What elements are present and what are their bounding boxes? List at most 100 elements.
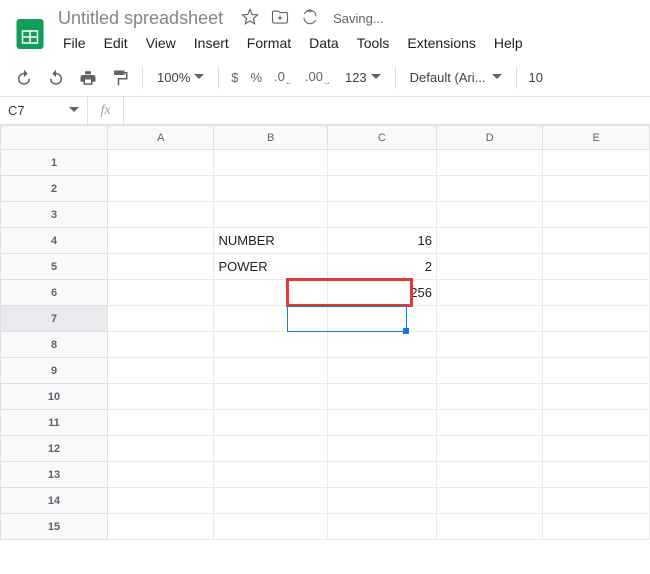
- select-all-corner[interactable]: [1, 126, 108, 150]
- col-header-B[interactable]: B: [214, 126, 327, 150]
- cell-D10[interactable]: [436, 384, 542, 410]
- cell-B2[interactable]: [214, 176, 327, 202]
- cell-C3[interactable]: [327, 202, 436, 228]
- cell-B9[interactable]: [214, 358, 327, 384]
- formula-input[interactable]: [124, 97, 650, 124]
- row-header-9[interactable]: 9: [1, 358, 108, 384]
- cell-B6[interactable]: [214, 280, 327, 306]
- increase-decimal-button[interactable]: .00→: [301, 69, 335, 87]
- selection-handle[interactable]: [403, 328, 409, 334]
- cell-B15[interactable]: [214, 514, 327, 540]
- cell-C11[interactable]: [327, 410, 436, 436]
- cell-D1[interactable]: [436, 150, 542, 176]
- move-icon[interactable]: [271, 8, 289, 29]
- cell-C7[interactable]: [327, 306, 436, 332]
- cell-E5[interactable]: [543, 254, 650, 280]
- cell-C4[interactable]: 16: [327, 228, 436, 254]
- cell-B7[interactable]: [214, 306, 327, 332]
- cell-D13[interactable]: [436, 462, 542, 488]
- cell-E14[interactable]: [543, 488, 650, 514]
- cell-E9[interactable]: [543, 358, 650, 384]
- cell-A1[interactable]: [108, 150, 214, 176]
- cell-A6[interactable]: [108, 280, 214, 306]
- row-header-15[interactable]: 15: [1, 514, 108, 540]
- cell-C1[interactable]: [327, 150, 436, 176]
- col-header-D[interactable]: D: [436, 126, 542, 150]
- name-box[interactable]: C7: [0, 97, 88, 124]
- cell-E13[interactable]: [543, 462, 650, 488]
- menu-file[interactable]: File: [56, 33, 93, 53]
- cell-E1[interactable]: [543, 150, 650, 176]
- more-formats-button[interactable]: 123: [339, 64, 387, 92]
- cell-B5[interactable]: POWER: [214, 254, 327, 280]
- row-header-1[interactable]: 1: [1, 150, 108, 176]
- cell-B13[interactable]: [214, 462, 327, 488]
- cell-A7[interactable]: [108, 306, 214, 332]
- cell-D9[interactable]: [436, 358, 542, 384]
- cell-D4[interactable]: [436, 228, 542, 254]
- cell-E2[interactable]: [543, 176, 650, 202]
- cell-D8[interactable]: [436, 332, 542, 358]
- cell-A11[interactable]: [108, 410, 214, 436]
- redo-button[interactable]: [42, 64, 70, 92]
- cell-E15[interactable]: [543, 514, 650, 540]
- cell-A5[interactable]: [108, 254, 214, 280]
- cell-C13[interactable]: [327, 462, 436, 488]
- cell-E6[interactable]: [543, 280, 650, 306]
- cell-D15[interactable]: [436, 514, 542, 540]
- cell-B11[interactable]: [214, 410, 327, 436]
- cell-C6[interactable]: 256: [327, 280, 436, 306]
- row-header-8[interactable]: 8: [1, 332, 108, 358]
- row-header-14[interactable]: 14: [1, 488, 108, 514]
- star-icon[interactable]: [241, 8, 259, 29]
- row-header-13[interactable]: 13: [1, 462, 108, 488]
- cell-B3[interactable]: [214, 202, 327, 228]
- cell-B10[interactable]: [214, 384, 327, 410]
- cell-C15[interactable]: [327, 514, 436, 540]
- cell-C2[interactable]: [327, 176, 436, 202]
- cell-D3[interactable]: [436, 202, 542, 228]
- cell-D5[interactable]: [436, 254, 542, 280]
- col-header-A[interactable]: A: [108, 126, 214, 150]
- cell-A8[interactable]: [108, 332, 214, 358]
- menu-view[interactable]: View: [139, 33, 183, 53]
- cell-C14[interactable]: [327, 488, 436, 514]
- cell-A13[interactable]: [108, 462, 214, 488]
- percent-button[interactable]: %: [246, 70, 266, 85]
- cell-D6[interactable]: [436, 280, 542, 306]
- menu-help[interactable]: Help: [487, 33, 530, 53]
- cell-B4[interactable]: NUMBER: [214, 228, 327, 254]
- cell-C10[interactable]: [327, 384, 436, 410]
- cell-B8[interactable]: [214, 332, 327, 358]
- cell-C5[interactable]: 2: [327, 254, 436, 280]
- currency-button[interactable]: $: [227, 70, 242, 85]
- font-size-input[interactable]: 10: [525, 70, 547, 85]
- row-header-5[interactable]: 5: [1, 254, 108, 280]
- spreadsheet-grid[interactable]: ABCDE1234NUMBER165POWER26256789101112131…: [0, 125, 650, 540]
- cloud-sync-icon[interactable]: [301, 8, 319, 29]
- cell-E7[interactable]: [543, 306, 650, 332]
- row-header-3[interactable]: 3: [1, 202, 108, 228]
- cell-A15[interactable]: [108, 514, 214, 540]
- menu-extensions[interactable]: Extensions: [400, 33, 482, 53]
- cell-A12[interactable]: [108, 436, 214, 462]
- cell-D7[interactable]: [436, 306, 542, 332]
- row-header-2[interactable]: 2: [1, 176, 108, 202]
- cell-A9[interactable]: [108, 358, 214, 384]
- cell-E10[interactable]: [543, 384, 650, 410]
- menu-format[interactable]: Format: [240, 33, 298, 53]
- cell-C8[interactable]: [327, 332, 436, 358]
- font-select[interactable]: Default (Ari...: [404, 70, 508, 85]
- decrease-decimal-button[interactable]: .0←: [270, 69, 297, 87]
- cell-B14[interactable]: [214, 488, 327, 514]
- row-header-6[interactable]: 6: [1, 280, 108, 306]
- row-header-7[interactable]: 7: [1, 306, 108, 332]
- col-header-E[interactable]: E: [543, 126, 650, 150]
- undo-button[interactable]: [10, 64, 38, 92]
- zoom-select[interactable]: 100%: [151, 64, 210, 92]
- print-button[interactable]: [74, 64, 102, 92]
- col-header-C[interactable]: C: [327, 126, 436, 150]
- cell-E11[interactable]: [543, 410, 650, 436]
- row-header-4[interactable]: 4: [1, 228, 108, 254]
- cell-E4[interactable]: [543, 228, 650, 254]
